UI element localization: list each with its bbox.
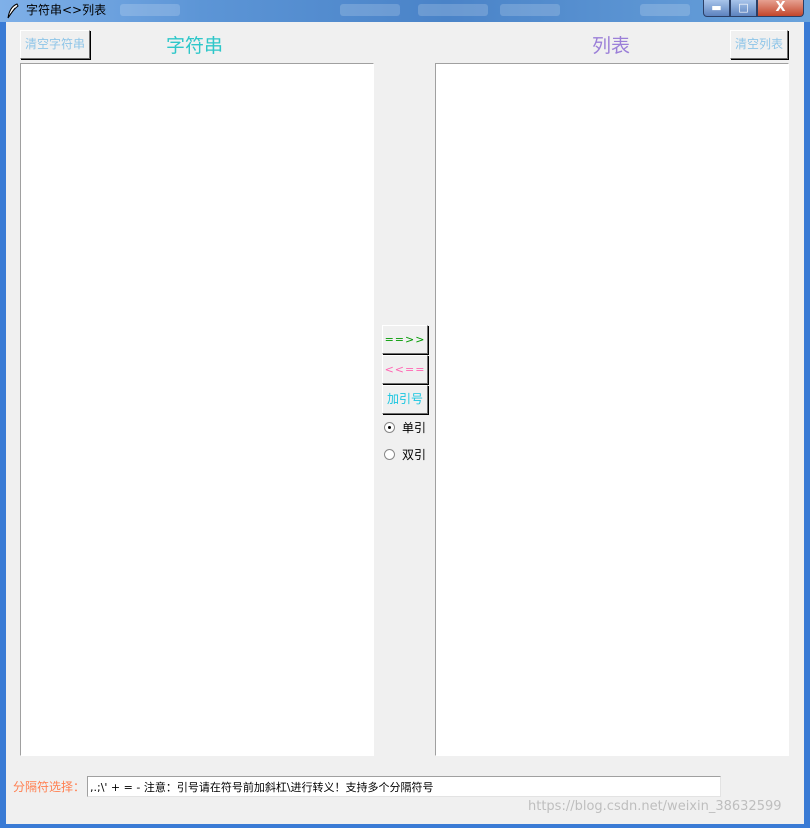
string-textarea[interactable] xyxy=(20,63,374,756)
radio-checked-icon[interactable] xyxy=(384,422,395,433)
maximize-button[interactable]: □ xyxy=(730,0,757,17)
window-client-area: 清空字符串 字符串 列表 清空列表 ==>> <<== 加引号 单引 双引 分隔… xyxy=(6,22,804,824)
title-bar[interactable]: 字符串<>列表 ▬ □ X xyxy=(0,0,810,22)
convert-to-list-button[interactable]: ==>> xyxy=(382,325,428,354)
watermark: https://blog.csdn.net/weixin_38632599 xyxy=(528,799,782,814)
clear-string-button[interactable]: 清空字符串 xyxy=(20,30,90,59)
close-button[interactable]: X xyxy=(757,0,804,17)
minimize-button[interactable]: ▬ xyxy=(703,0,730,17)
list-heading: 列表 xyxy=(592,35,631,57)
convert-to-string-button[interactable]: <<== xyxy=(382,355,428,384)
double-quote-label: 双引 xyxy=(402,448,427,462)
add-quotes-button[interactable]: 加引号 xyxy=(382,385,428,414)
window-title: 字符串<>列表 xyxy=(26,3,107,17)
blurred-background xyxy=(340,4,400,16)
feather-icon xyxy=(7,3,19,19)
clear-list-button[interactable]: 清空列表 xyxy=(730,30,788,59)
blurred-background xyxy=(500,4,560,16)
separator-label: 分隔符选择： xyxy=(13,780,86,794)
blurred-background xyxy=(418,4,488,16)
string-heading: 字符串 xyxy=(166,35,224,57)
single-quote-label: 单引 xyxy=(402,421,427,435)
list-textarea[interactable] xyxy=(435,63,789,756)
blurred-background xyxy=(640,4,690,16)
blurred-background xyxy=(120,4,180,16)
radio-unchecked-icon[interactable] xyxy=(384,449,395,460)
separator-input[interactable] xyxy=(87,776,721,797)
